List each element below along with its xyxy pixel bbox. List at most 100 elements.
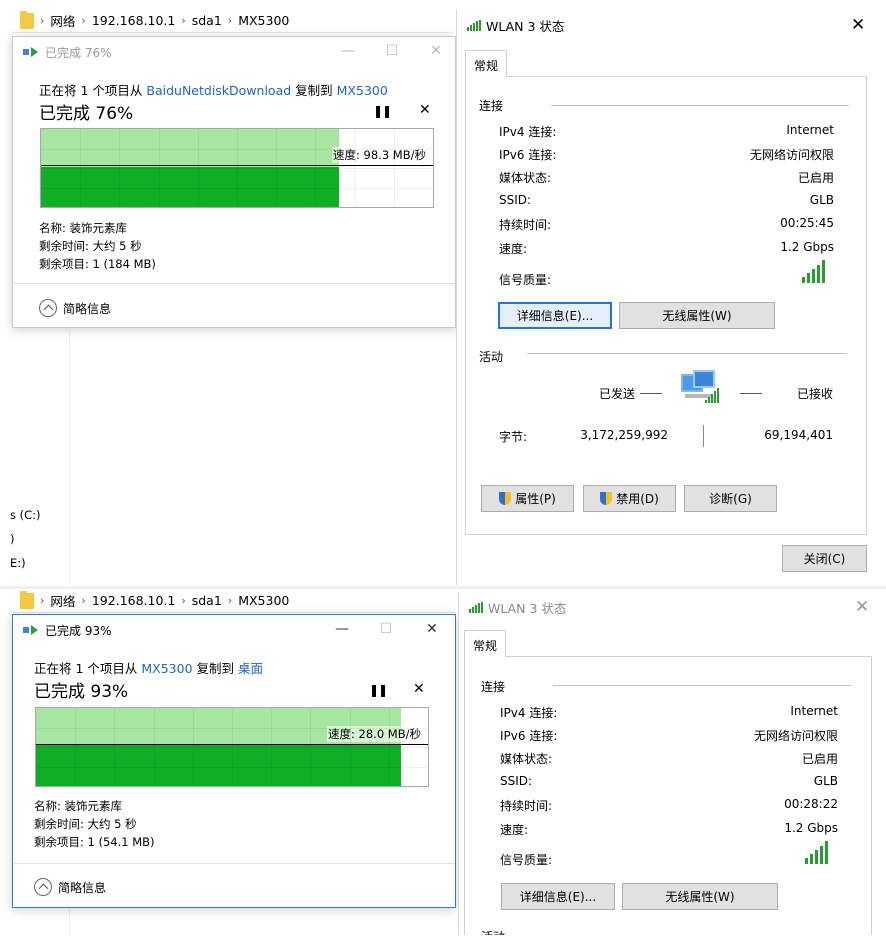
network-computers-icon	[679, 370, 719, 406]
duration-label: 持续时间:	[500, 799, 553, 813]
breadcrumb-share[interactable]: sda1	[192, 13, 222, 28]
percent-complete: 已完成 76%	[39, 104, 134, 124]
chevron-up-icon	[34, 878, 52, 896]
properties-button[interactable]: 属性(P)	[481, 485, 574, 512]
close-button[interactable]: ✕	[423, 621, 441, 637]
chevron-right-icon: ›	[81, 14, 86, 27]
connection-group-label: 连接	[479, 99, 504, 113]
tab-general[interactable]: 常规	[465, 50, 508, 78]
breadcrumb-host[interactable]: 192.168.10.1	[92, 593, 176, 608]
ssid-label: SSID:	[500, 774, 533, 788]
details-button[interactable]: 详细信息(E)...	[498, 302, 612, 329]
cancel-icon[interactable]: ✕	[413, 681, 425, 697]
address-bar[interactable]: › 网络 › 192.168.10.1 › sda1 › MX5300	[12, 589, 456, 613]
chevron-right-icon: ›	[40, 594, 45, 607]
disable-button[interactable]: 禁用(D)	[583, 485, 676, 512]
breadcrumb-network[interactable]: 网络	[50, 11, 75, 30]
drive-item[interactable]: )	[10, 532, 15, 546]
duration-value: 00:28:22	[784, 797, 838, 811]
bytes-received: 69,194,401	[764, 428, 833, 442]
source-link[interactable]: MX5300	[141, 661, 192, 676]
wireless-properties-button[interactable]: 无线属性(W)	[622, 883, 778, 910]
dialog-title: WLAN 3 状态	[486, 18, 565, 34]
duration-label: 持续时间:	[499, 218, 552, 232]
chevron-right-icon: ›	[181, 594, 186, 607]
sent-label: 已发送	[599, 387, 636, 401]
graph-grid-line	[41, 187, 433, 189]
duration-value: 00:25:45	[780, 216, 834, 230]
dialog-title: 已完成 76%	[45, 45, 112, 60]
chevron-right-icon: ›	[227, 594, 233, 607]
signal-strength-icon	[805, 841, 828, 864]
bytes-label: 字节:	[499, 430, 528, 444]
folder-icon	[20, 10, 34, 29]
close-button[interactable]: ✕	[851, 15, 865, 35]
tab-strip	[465, 50, 867, 77]
navigation-pane	[0, 906, 70, 936]
copy-icon	[23, 625, 39, 635]
maximize-button[interactable]: ☐	[383, 43, 401, 59]
pause-icon[interactable]: ❚❚	[373, 104, 392, 118]
maximize-button[interactable]: ☐	[377, 621, 395, 637]
ipv6-value: 无网络访问权限	[749, 148, 834, 162]
ipv4-label: IPv4 连接:	[500, 706, 558, 720]
tab-general[interactable]: 常规	[464, 630, 507, 658]
drive-item[interactable]: s (C:)	[10, 508, 41, 522]
less-info-button[interactable]: 简略信息	[39, 299, 111, 317]
divider	[740, 393, 762, 394]
source-link[interactable]: BaiduNetdiskDownload	[146, 83, 291, 98]
tab-strip	[464, 630, 872, 657]
divider	[13, 283, 455, 284]
folder-icon	[20, 590, 34, 609]
cancel-icon[interactable]: ✕	[419, 102, 431, 118]
media-state-value: 已启用	[801, 752, 838, 766]
media-state-label: 媒体状态:	[500, 752, 553, 766]
close-button[interactable]: ✕	[855, 597, 869, 617]
divider	[551, 105, 849, 106]
speed-value: 1.2 Gbps	[780, 240, 834, 254]
graph-grid-line	[41, 168, 433, 169]
dest-link[interactable]: 桌面	[238, 661, 263, 676]
signal-quality-label: 信号质量:	[500, 853, 553, 867]
divider	[553, 685, 851, 686]
ssid-value: GLB	[813, 774, 838, 788]
shield-icon	[600, 492, 613, 505]
breadcrumb-network[interactable]: 网络	[50, 591, 75, 610]
breadcrumb-folder[interactable]: MX5300	[238, 13, 289, 28]
minimize-button[interactable]: —	[339, 43, 357, 59]
percent-complete: 已完成 93%	[34, 682, 129, 702]
ipv6-label: IPv6 连接:	[500, 729, 558, 743]
close-dialog-button[interactable]: 关闭(C)	[782, 545, 867, 572]
minimize-button[interactable]: —	[333, 621, 351, 637]
graph-grid-line	[36, 747, 428, 748]
transfer-speed-graph: 速度: 98.3 MB/秒	[40, 128, 434, 208]
item-name: 名称: 装饰元素库	[39, 221, 128, 235]
pause-icon[interactable]: ❚❚	[369, 683, 388, 697]
chevron-right-icon: ›	[81, 594, 86, 607]
wifi-icon	[467, 19, 481, 31]
ipv6-value: 无网络访问权限	[753, 729, 838, 743]
wireless-properties-button[interactable]: 无线属性(W)	[619, 302, 775, 329]
chevron-right-icon: ›	[181, 14, 186, 27]
divider	[527, 353, 847, 354]
less-info-button[interactable]: 简略信息	[34, 878, 106, 896]
details-button[interactable]: 详细信息(E)...	[501, 883, 615, 910]
address-bar[interactable]: › 网络 › 192.168.10.1 › sda1 › MX5300	[12, 9, 452, 33]
divider	[13, 863, 455, 864]
copy-progress-dialog: 已完成 93% — ☐ ✕ 正在将 1 个项目从 MX5300 复制到 桌面 已…	[12, 614, 456, 908]
breadcrumb-host[interactable]: 192.168.10.1	[92, 13, 176, 28]
chevron-right-icon: ›	[227, 14, 233, 27]
drive-item[interactable]: E:)	[10, 556, 26, 570]
close-button[interactable]: ✕	[427, 43, 445, 59]
activity-group-label: 活动	[481, 928, 505, 935]
breadcrumb-folder[interactable]: MX5300	[238, 593, 289, 608]
diagnose-button[interactable]: 诊断(G)	[684, 485, 777, 512]
dialog-title-bar: WLAN 3 状态	[467, 10, 564, 40]
dialog-title: 已完成 93%	[45, 623, 112, 638]
wlan-status-dialog: WLAN 3 状态 ✕ 常规 连接 IPv4 连接: Internet IPv6…	[456, 10, 878, 585]
breadcrumb-share[interactable]: sda1	[192, 593, 222, 608]
transfer-speed-graph: 速度: 28.0 MB/秒	[35, 707, 429, 787]
wifi-icon	[469, 601, 483, 613]
wlan-status-dialog: WLAN 3 状态 ✕ 常规 连接 IPv4 连接: Internet IPv6…	[458, 592, 878, 935]
dest-link[interactable]: MX5300	[337, 83, 388, 98]
